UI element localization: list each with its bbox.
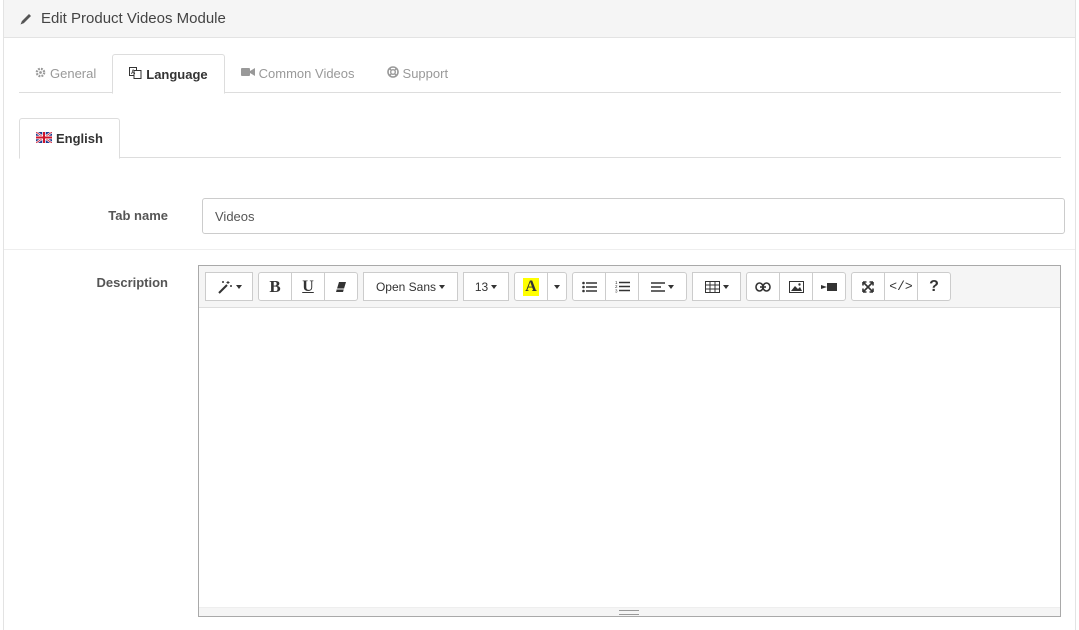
tab-general[interactable]: General (19, 54, 112, 93)
pencil-icon (19, 12, 33, 26)
tab-name-input[interactable] (202, 198, 1065, 234)
tab-name-label: Tab name (108, 208, 168, 223)
code-icon: </> (889, 279, 913, 294)
page-title: Edit Product Videos Module (41, 10, 226, 27)
caret-icon (235, 284, 242, 289)
help-icon: ? (929, 277, 939, 295)
font-size-value: 13 (474, 279, 489, 294)
gear-icon (35, 67, 46, 81)
tab-label: General (50, 66, 97, 81)
ordered-list-button[interactable]: 123 (605, 272, 639, 301)
font-size-dropdown[interactable]: 13 (463, 272, 509, 301)
underline-button[interactable]: U (291, 272, 325, 301)
svg-text:3: 3 (615, 289, 618, 294)
clear-format-button[interactable] (324, 272, 358, 301)
text-color-icon: A (523, 277, 539, 296)
description-label: Description (96, 275, 168, 290)
resize-grip-icon (619, 610, 639, 615)
tab-common-videos[interactable]: Common Videos (225, 54, 371, 93)
tab-label: Language (146, 66, 208, 82)
bold-icon: B (269, 276, 281, 296)
language-tabs: English (19, 118, 1061, 159)
divider (4, 249, 1075, 250)
code-view-button[interactable]: </> (884, 272, 918, 301)
paragraph-align-button[interactable] (638, 272, 687, 301)
editor-toolbar: B U Open Sans 13 A 1 2 3 </> ? (199, 266, 1060, 308)
language-tab-english[interactable]: English (19, 118, 120, 159)
caret-icon (668, 284, 674, 289)
svg-text:A: A (131, 70, 136, 76)
image-icon (788, 280, 804, 293)
tab-language[interactable]: A Language (112, 54, 225, 94)
font-family-dropdown[interactable]: Open Sans (363, 272, 458, 301)
uk-flag-icon (35, 131, 56, 146)
image-button[interactable] (779, 272, 813, 301)
module-panel: Edit Product Videos Module General A Lan… (3, 0, 1076, 630)
bullet-list-icon (581, 281, 597, 293)
link-button[interactable] (746, 272, 780, 301)
align-left-icon (651, 281, 665, 292)
style-button[interactable] (205, 272, 253, 301)
magic-wand-icon (217, 280, 233, 294)
text-color-button[interactable]: A (514, 272, 548, 301)
caret-icon (491, 284, 498, 289)
caret-icon (722, 284, 729, 289)
lifebuoy-icon (386, 66, 399, 81)
link-icon (755, 281, 771, 292)
video-icon (821, 282, 837, 292)
help-button[interactable]: ? (917, 272, 951, 301)
font-family-value: Open Sans (375, 279, 437, 294)
table-icon (704, 280, 720, 293)
underline-icon: U (302, 277, 314, 295)
fullscreen-icon (862, 280, 874, 293)
tab-label: Common Videos (258, 66, 355, 81)
caret-icon (554, 284, 560, 289)
panel-heading: Edit Product Videos Module (4, 0, 1075, 38)
fullscreen-button[interactable] (851, 272, 885, 301)
unordered-list-button[interactable] (572, 272, 606, 301)
tab-label: Support (402, 66, 449, 81)
caret-icon (439, 284, 446, 289)
language-tab-label: English (56, 131, 103, 146)
video-camera-icon (240, 67, 255, 80)
editor-resize-bar[interactable] (199, 607, 1060, 616)
video-button[interactable] (812, 272, 846, 301)
table-button[interactable] (692, 272, 741, 301)
numbered-list-icon: 123 (615, 280, 630, 293)
description-editable-area[interactable] (199, 308, 1060, 608)
tab-support[interactable]: Support (371, 54, 465, 93)
eraser-icon (335, 281, 347, 293)
description-editor: B U Open Sans 13 A 1 2 3 </> ? (198, 265, 1061, 617)
module-tabs: General A Language Common Videos Support (19, 54, 1061, 94)
text-color-dropdown[interactable] (547, 272, 567, 301)
language-icon: A (129, 66, 142, 82)
bold-button[interactable]: B (258, 272, 292, 301)
